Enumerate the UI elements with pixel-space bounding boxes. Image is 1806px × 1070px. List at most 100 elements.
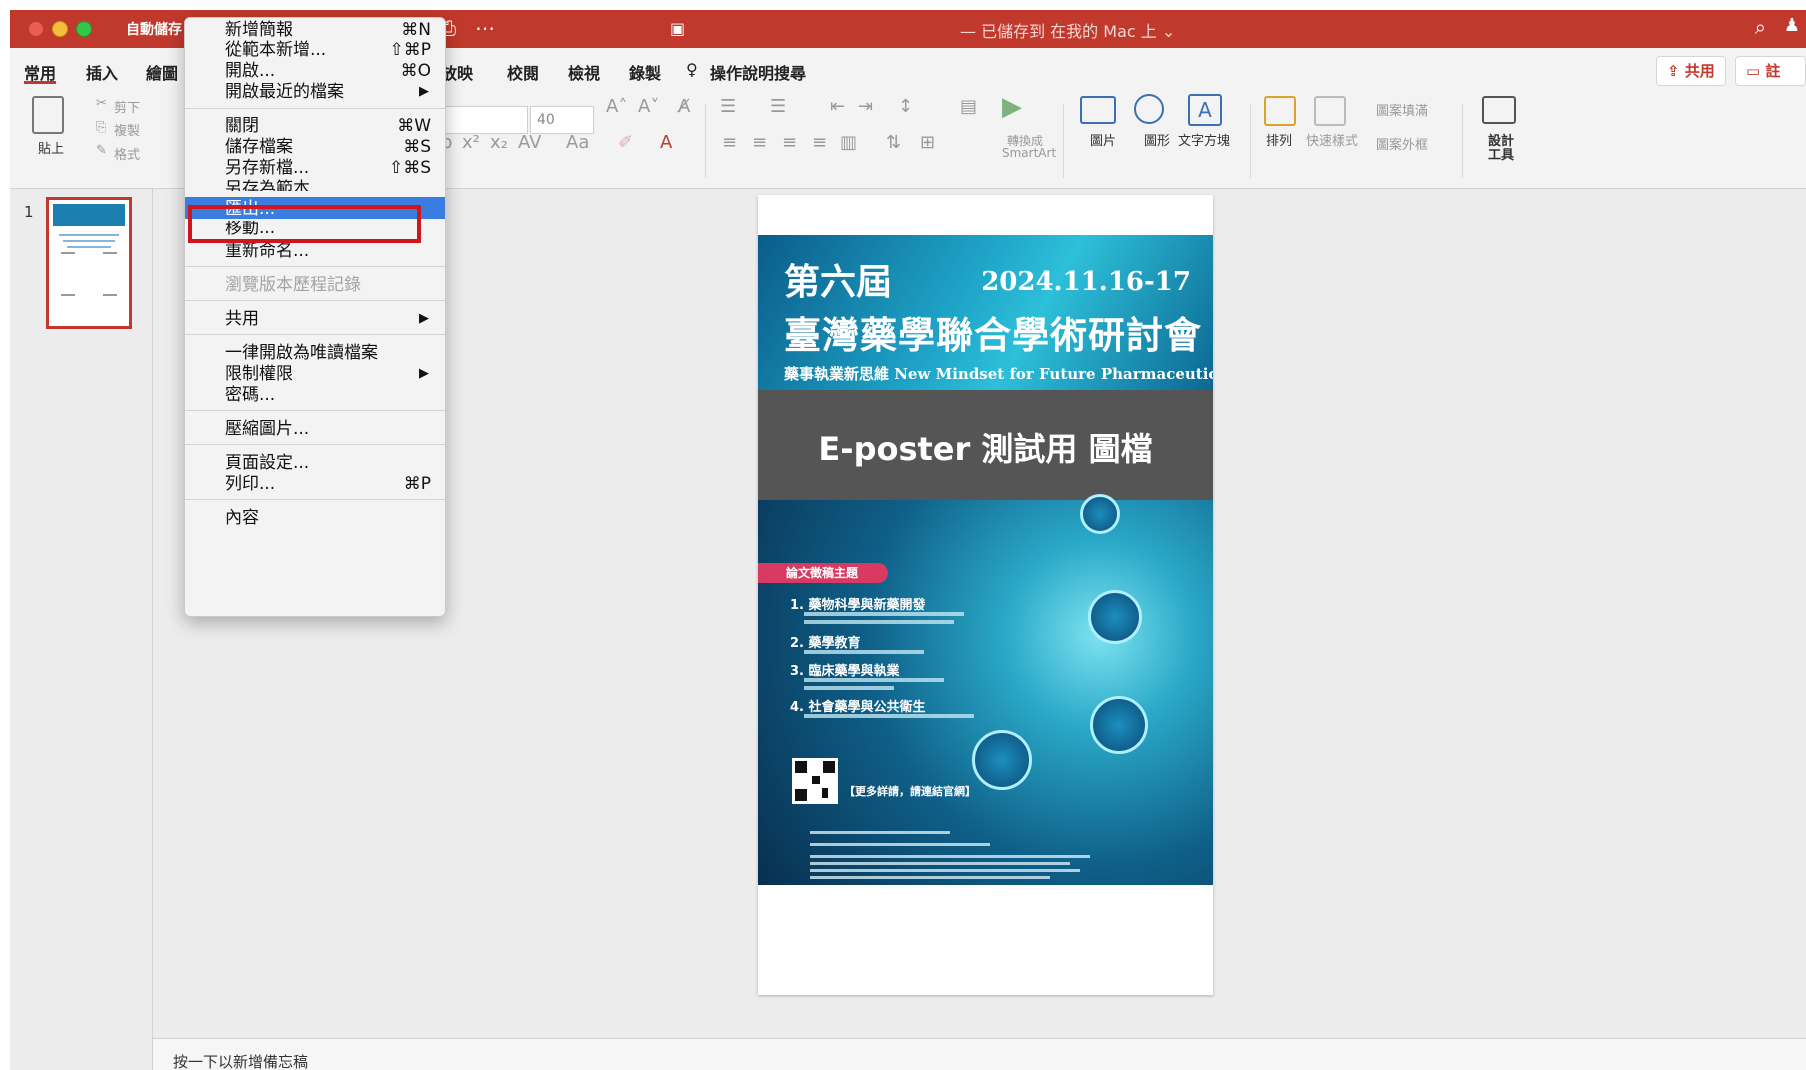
menu-label: 列印... — [225, 474, 276, 494]
shapes-label[interactable]: 圖形 — [1144, 130, 1170, 149]
tell-me-search[interactable]: 操作說明搜尋 — [710, 60, 806, 84]
menu-label: 密碼... — [225, 385, 276, 405]
menu-separator — [185, 410, 445, 411]
minimize-window-button[interactable] — [52, 21, 68, 37]
topic-detail-line — [804, 714, 974, 718]
align-right-icon[interactable]: ≡ — [782, 132, 797, 153]
thumbnail-line — [61, 252, 75, 254]
quick-styles-icon[interactable] — [1314, 96, 1346, 126]
menu-item-compress-pictures[interactable]: 壓縮圖片... — [185, 417, 445, 441]
slide-thumbnails-pane: 1 — [10, 189, 153, 1070]
highlight-icon[interactable]: ✐ — [618, 132, 633, 153]
footer-line — [810, 876, 1050, 879]
qr-code — [792, 758, 838, 804]
change-case-icon[interactable]: Aa — [566, 132, 589, 153]
topic-detail-line — [804, 612, 964, 616]
topic-item: 3. 臨床藥學與執業 — [790, 664, 900, 679]
document-title[interactable]: — 已儲存到 在我的 Mac 上 ⌄ — [960, 18, 1175, 42]
menu-item-print[interactable]: 列印... ⌘P — [185, 472, 445, 496]
account-icon[interactable]: ♟ — [1784, 15, 1800, 36]
shape-fill-label[interactable]: 圖案填滿 — [1376, 100, 1428, 119]
poster-edition: 第六屆 — [784, 261, 893, 303]
numbering-icon[interactable]: ☰ — [770, 96, 786, 117]
grow-font-icon[interactable]: A˄ — [606, 96, 627, 117]
search-icon[interactable]: ⌕ — [1755, 15, 1766, 39]
menu-label: 開啟最近的檔案 — [225, 82, 344, 102]
convert-smartart-label-2[interactable]: SmartArt — [1002, 146, 1056, 160]
notes-pane[interactable]: 按一下以新增備忘稿 — [153, 1038, 1806, 1070]
menu-item-properties[interactable]: 內容 — [185, 506, 445, 530]
increase-indent-icon[interactable]: ⇥ — [858, 96, 873, 117]
copy-icon[interactable]: ⎘ — [96, 120, 106, 135]
textbox-icon[interactable]: A — [1188, 94, 1222, 126]
designer-label-2[interactable]: 工具 — [1488, 144, 1514, 163]
cut-label[interactable]: 剪下 — [114, 97, 140, 116]
designer-icon[interactable] — [1482, 96, 1516, 124]
menu-item-save-as-template[interactable]: 另存為範本... — [185, 177, 445, 191]
topic-detail-line — [804, 650, 924, 654]
paste-icon[interactable] — [32, 96, 64, 134]
arrange-label[interactable]: 排列 — [1266, 130, 1292, 149]
line-spacing-icon[interactable]: ↕ — [898, 96, 913, 117]
align-center-icon[interactable]: ≡ — [752, 132, 767, 153]
font-size-field[interactable]: 40 — [530, 106, 594, 134]
columns-icon[interactable]: ▤ — [960, 96, 977, 117]
share-label: 共用 — [1684, 62, 1715, 80]
zoom-window-button[interactable] — [76, 21, 92, 37]
superscript-icon[interactable]: x² — [462, 132, 480, 153]
separator — [1462, 104, 1463, 178]
lightbulb-icon: ♀ — [686, 60, 698, 79]
footer-line — [810, 869, 1080, 872]
shapes-icon[interactable] — [1134, 94, 1164, 124]
tab-record[interactable]: 錄製 — [629, 60, 661, 84]
menu-separator — [185, 300, 445, 301]
align-left-icon[interactable]: ≡ — [722, 132, 737, 153]
menu-item-open-recent[interactable]: 開啟最近的檔案 ▶ — [185, 80, 445, 104]
export-annotation-box — [188, 205, 421, 243]
bullets-icon[interactable]: ☰ — [720, 96, 736, 117]
close-window-button[interactable] — [28, 21, 44, 37]
shrink-font-icon[interactable]: A˅ — [638, 96, 659, 117]
quick-styles-label[interactable]: 快速樣式 — [1306, 130, 1358, 149]
format-painter-label[interactable]: 格式 — [114, 144, 140, 163]
submenu-arrow-icon: ▶ — [419, 311, 429, 326]
char-spacing-icon[interactable]: AV — [518, 132, 541, 153]
share-button[interactable]: ⇪ 共用 — [1656, 56, 1726, 86]
slide[interactable]: 第六屆 2024.11.16-17 臺灣藥學聯合學術研討會 藥事執業新思維 Ne… — [758, 195, 1213, 995]
picture-icon[interactable] — [1080, 96, 1116, 124]
autosave-label[interactable]: 自動儲存 — [126, 19, 182, 39]
menu-item-share[interactable]: 共用 ▶ — [185, 307, 445, 331]
poster-image[interactable]: 第六屆 2024.11.16-17 臺灣藥學聯合學術研討會 藥事執業新思維 Ne… — [758, 235, 1213, 885]
cut-icon[interactable]: ✂ — [96, 96, 107, 111]
lightbulb-icon — [972, 730, 1032, 790]
subscript-icon[interactable]: x₂ — [490, 132, 508, 153]
smartart-icon[interactable]: ▶ — [1002, 92, 1022, 122]
distributed-icon[interactable]: ▥ — [840, 132, 857, 153]
slide-thumbnail-1[interactable] — [46, 197, 132, 329]
more-icon[interactable]: ⋯ — [475, 16, 495, 40]
clear-format-icon[interactable]: A̸ — [678, 96, 690, 117]
shape-outline-label[interactable]: 圖案外框 — [1376, 134, 1428, 153]
decrease-indent-icon[interactable]: ⇤ — [830, 96, 845, 117]
text-direction-icon[interactable]: ⇅ — [886, 132, 901, 153]
tab-draw[interactable]: 繪圖 — [146, 60, 178, 84]
tab-insert[interactable]: 插入 — [86, 60, 118, 84]
font-color-icon[interactable]: A — [660, 132, 672, 153]
menu-label: 共用 — [225, 309, 259, 329]
topic-item: 2. 藥學教育 — [790, 636, 861, 651]
comments-button[interactable]: ▭ 註解 — [1735, 56, 1806, 108]
justify-icon[interactable]: ≡ — [812, 132, 827, 153]
menu-separator — [185, 499, 445, 500]
menu-shortcut: ⌘P — [403, 474, 431, 494]
align-text-icon[interactable]: ⊞ — [920, 132, 935, 153]
format-painter-icon[interactable]: ✎ — [96, 143, 107, 158]
tab-review[interactable]: 校閱 — [507, 60, 539, 84]
textbox-label[interactable]: 文字方塊 — [1178, 130, 1230, 149]
arrange-icon[interactable] — [1264, 96, 1296, 126]
paste-label[interactable]: 貼上 — [38, 138, 64, 157]
menu-item-browse-version-history: 瀏覽版本歷程記錄 — [185, 273, 445, 297]
picture-label[interactable]: 圖片 — [1090, 130, 1116, 149]
menu-item-password[interactable]: 密碼... — [185, 383, 445, 407]
tab-view[interactable]: 檢視 — [568, 60, 600, 84]
copy-label[interactable]: 複製 — [114, 120, 140, 139]
